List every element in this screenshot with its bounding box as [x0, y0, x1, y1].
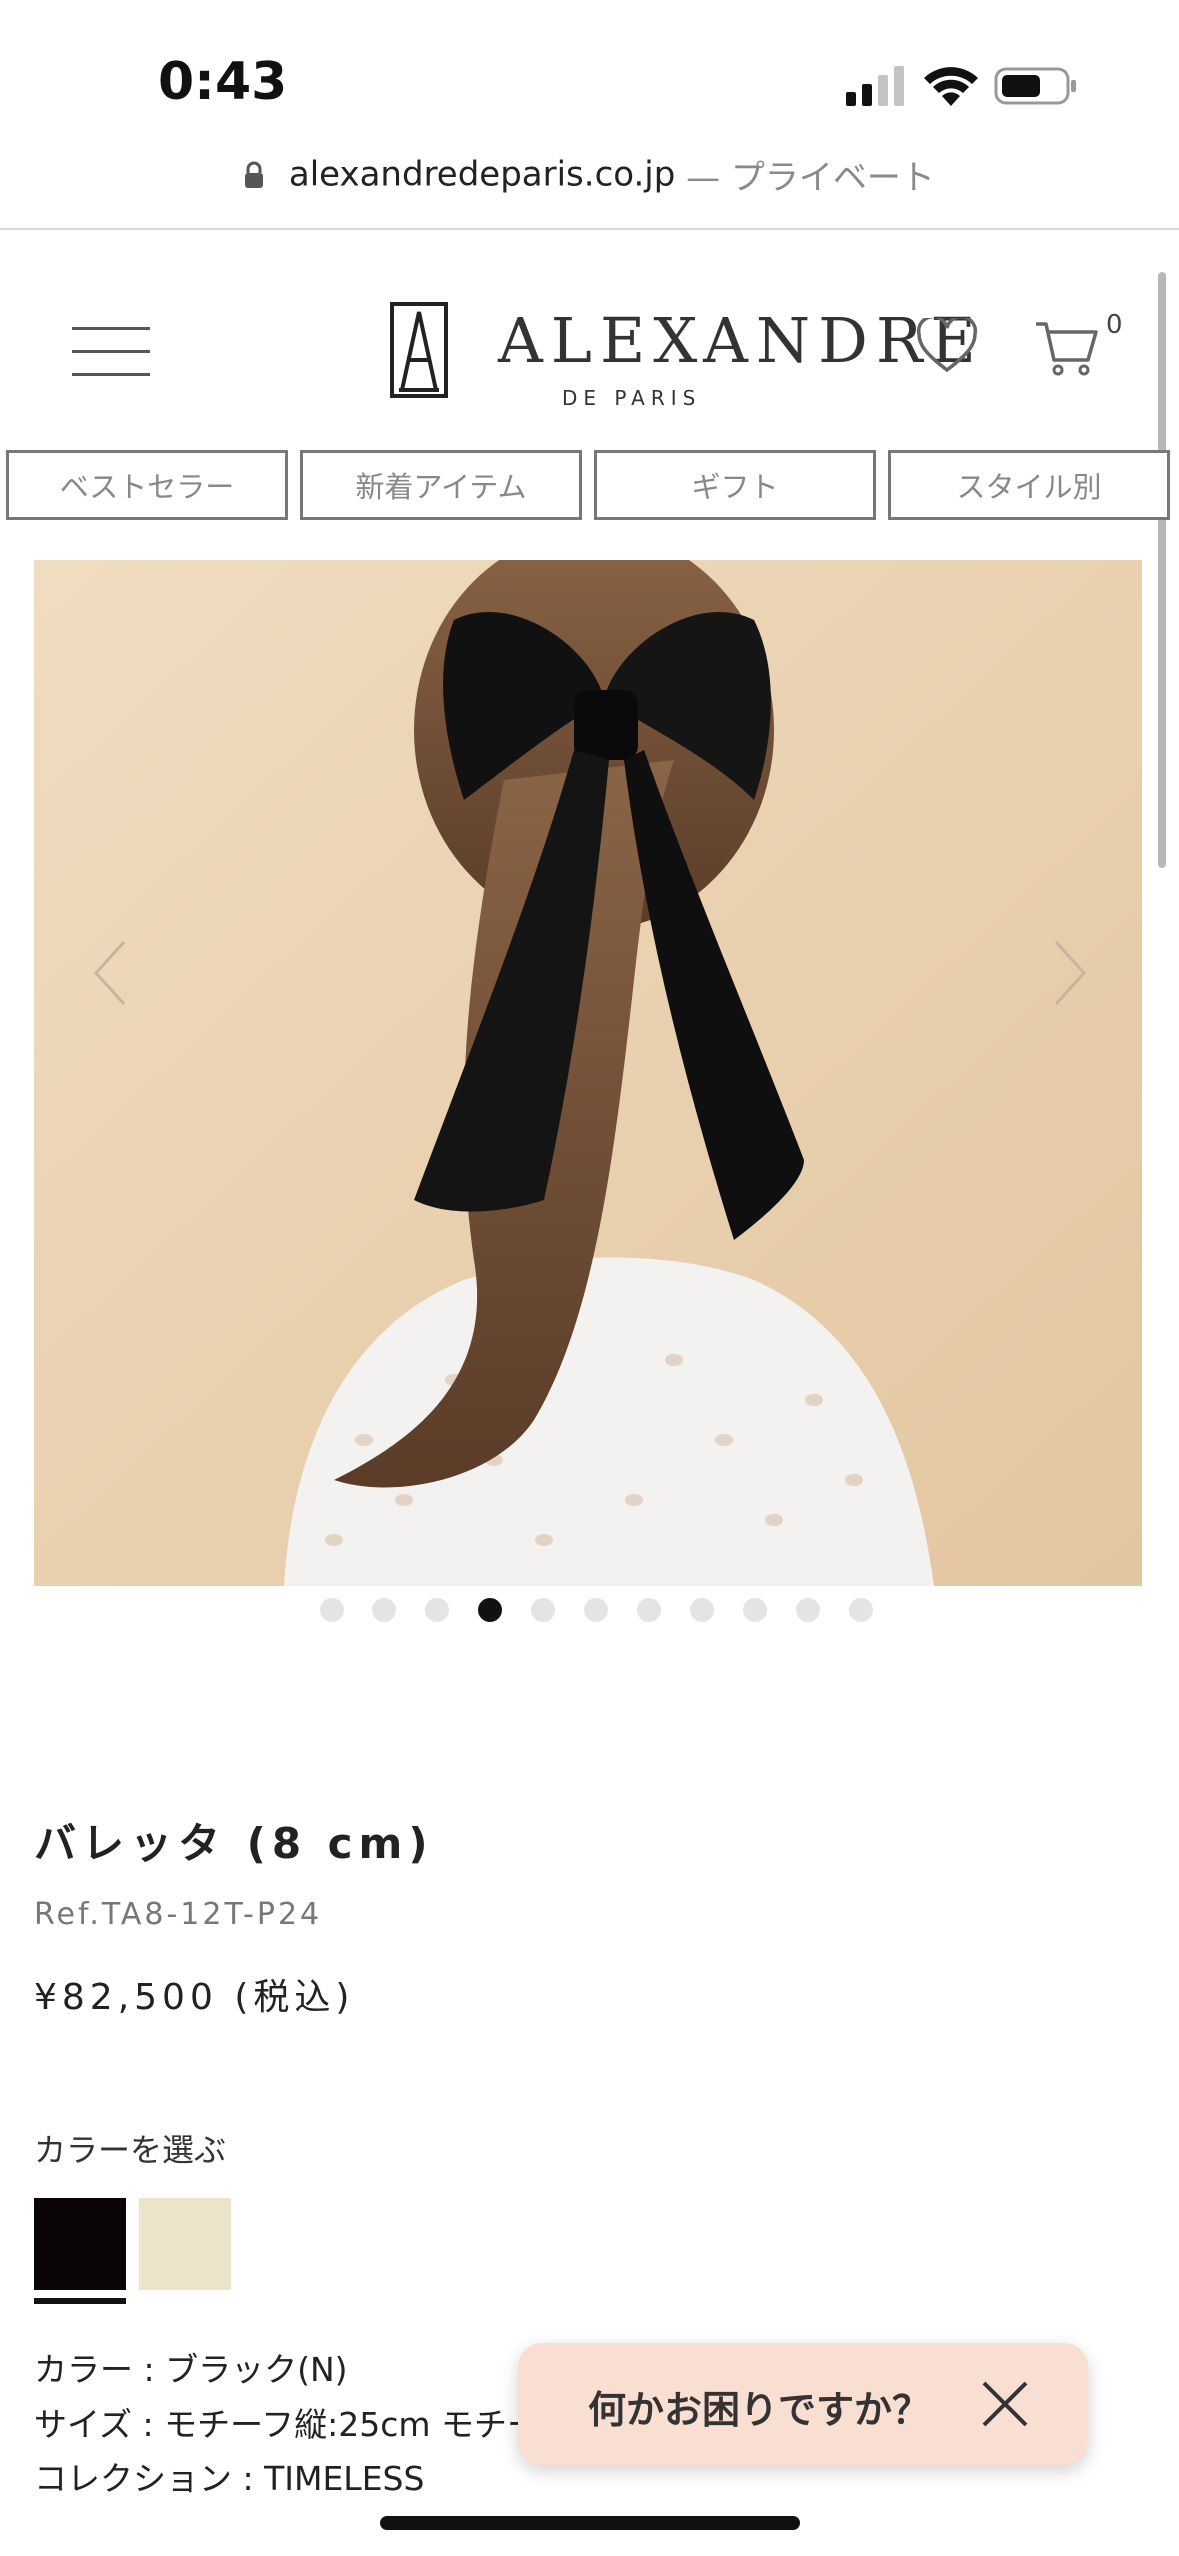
gallery-dot[interactable] — [584, 1598, 608, 1622]
battery-icon — [994, 67, 1076, 105]
product-photo[interactable] — [34, 560, 1142, 1586]
tab-gift[interactable]: ギフト — [594, 450, 876, 520]
close-icon[interactable] — [978, 2377, 1032, 2431]
product-reference: Ref.TA8-12T-P24 — [34, 1897, 323, 1932]
lock-icon — [245, 161, 264, 188]
gallery-dot[interactable] — [372, 1598, 396, 1622]
detail-collection: コレクション : TIMELESS — [34, 2459, 425, 2498]
tab-by-style[interactable]: スタイル別 — [888, 450, 1170, 520]
brand-logo[interactable]: ALEXANDRE DE PARIS — [390, 302, 976, 412]
url-domain: alexandredeparis.co.jp — [288, 154, 676, 195]
help-chat-prompt[interactable]: 何かお困りですか？ — [518, 2343, 1088, 2465]
home-indicator[interactable] — [380, 2516, 800, 2530]
color-select-heading: カラーを選ぶ — [34, 2131, 227, 2169]
cellular-signal-icon — [846, 66, 904, 106]
category-nav: ベストセラー 新着アイテム ギフト スタイル別 — [6, 450, 1179, 522]
color-swatch-cream[interactable] — [139, 2198, 231, 2290]
logo-wordmark: ALEXANDRE — [498, 304, 984, 377]
tab-bestseller[interactable]: ベストセラー — [6, 450, 288, 520]
gallery-dot[interactable] — [743, 1598, 767, 1622]
cart-count-badge: 0 — [1106, 310, 1123, 340]
menu-icon[interactable] — [72, 327, 150, 379]
private-label: — プライベート — [686, 158, 935, 198]
gallery-prev-arrow-icon[interactable] — [90, 938, 130, 1008]
product-title: バレッタ (8 cm) — [34, 1819, 434, 1868]
gallery-dot[interactable] — [637, 1598, 661, 1622]
color-swatch-black[interactable] — [34, 2198, 126, 2290]
logo-subtitle: DE PARIS — [562, 386, 702, 410]
product-price: ¥82,500 (税込) — [34, 1977, 355, 2018]
gallery-next-arrow-icon[interactable] — [1050, 938, 1090, 1008]
detail-color: カラー : ブラック(N) — [34, 2350, 348, 2389]
wifi-icon — [924, 67, 978, 106]
help-chat-label: 何かお困りですか？ — [588, 2388, 931, 2432]
gallery-dot[interactable] — [531, 1598, 555, 1622]
divider — [0, 228, 1179, 230]
gallery-pagination — [320, 1598, 880, 1628]
cart-icon[interactable] — [1034, 320, 1100, 378]
gallery-dot[interactable] — [690, 1598, 714, 1622]
gallery-dot[interactable] — [320, 1598, 344, 1622]
site-header: ALEXANDRE DE PARIS 0 — [0, 232, 1179, 442]
tab-new-items[interactable]: 新着アイテム — [300, 450, 582, 520]
detail-size: サイズ : モチーフ縦:25cm モチーフ — [34, 2405, 572, 2444]
gallery-dot-active[interactable] — [478, 1598, 502, 1622]
heart-icon[interactable] — [916, 318, 978, 374]
gallery-dot[interactable] — [849, 1598, 873, 1622]
status-time: 0:43 — [158, 52, 288, 112]
selected-swatch-indicator — [34, 2298, 126, 2304]
gallery-dot[interactable] — [425, 1598, 449, 1622]
status-bar: 0:43 — [0, 0, 1179, 140]
address-bar[interactable]: alexandredeparis.co.jp — プライベート — [0, 150, 1179, 226]
gallery-dot[interactable] — [796, 1598, 820, 1622]
product-photo-illustration — [34, 560, 1142, 1586]
page-scrollbar[interactable] — [1158, 272, 1166, 868]
logo-mark-icon — [390, 302, 448, 398]
